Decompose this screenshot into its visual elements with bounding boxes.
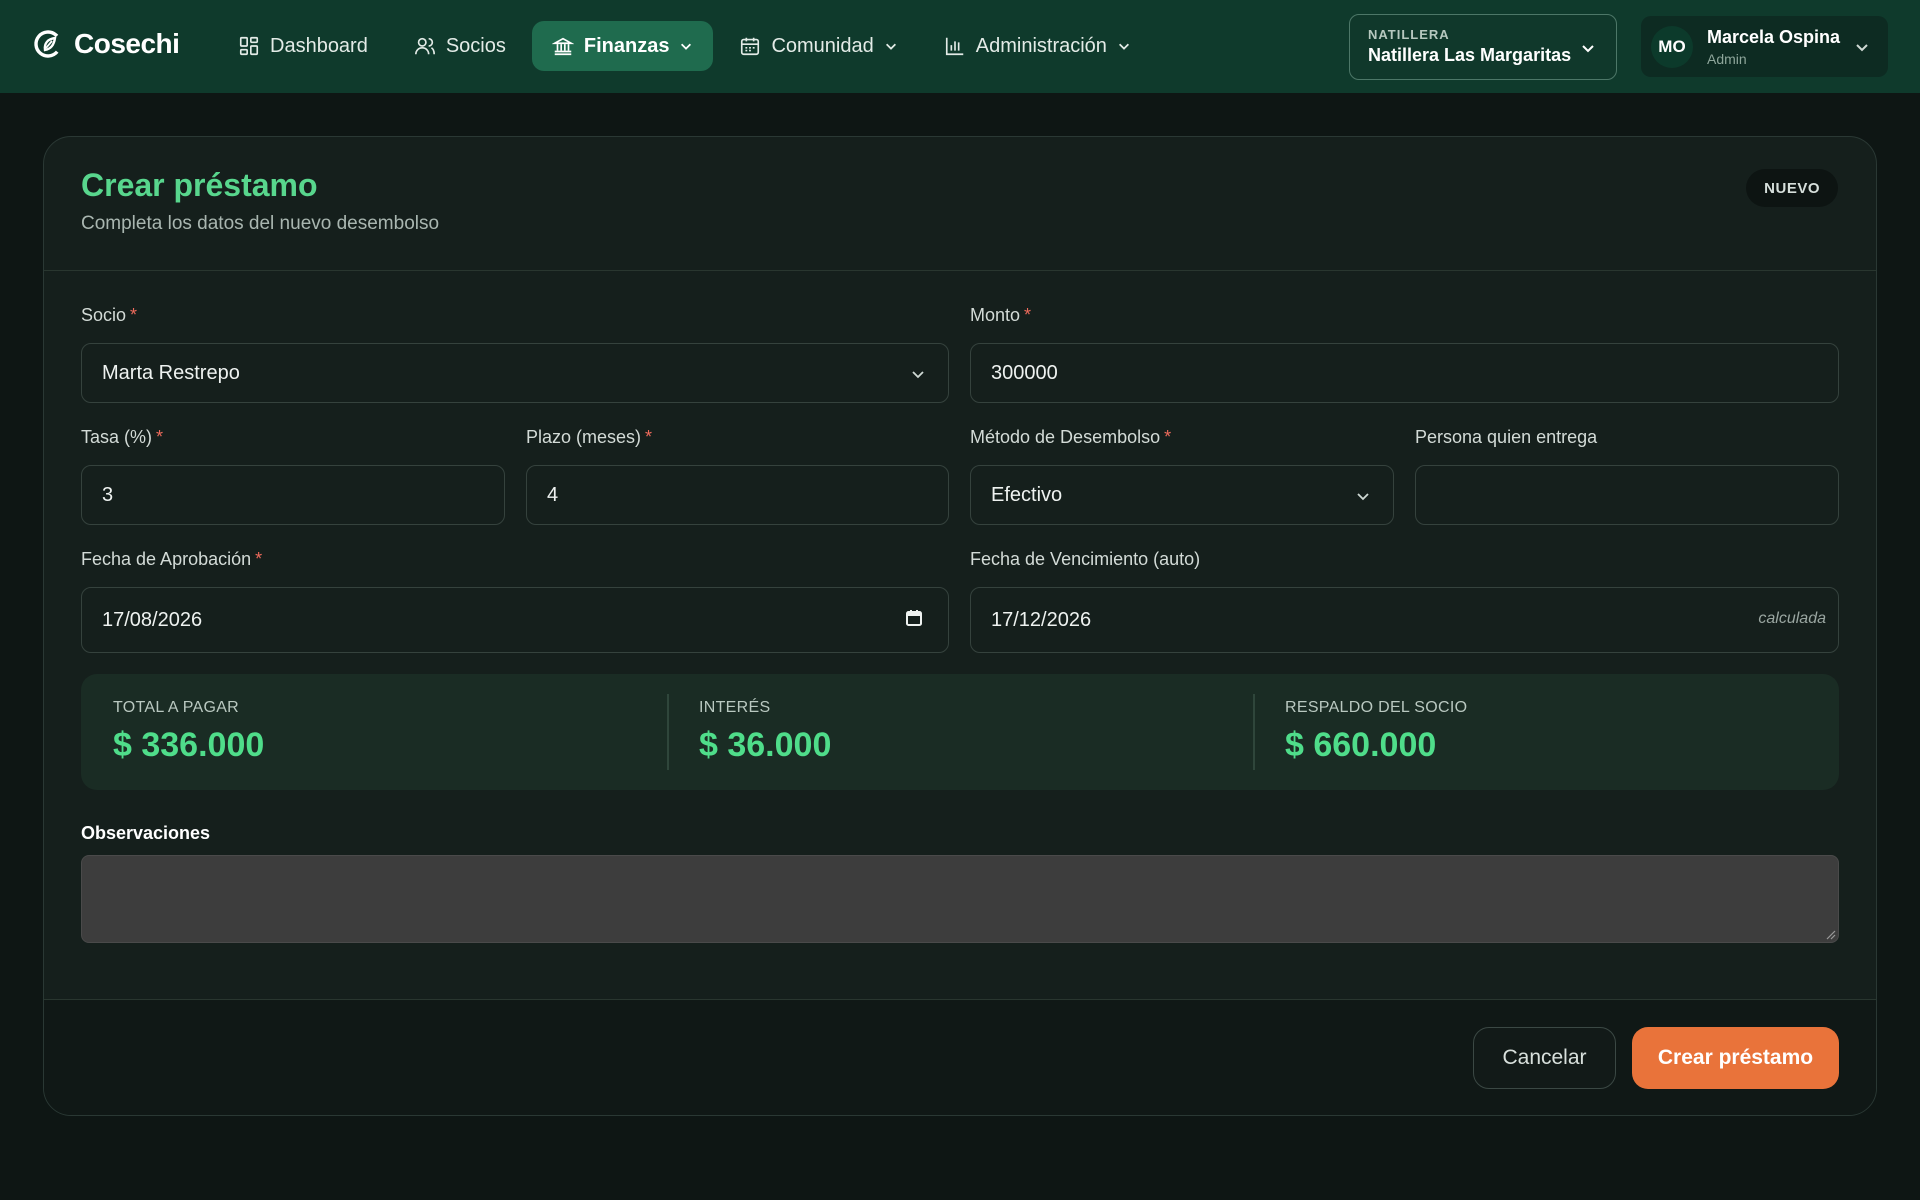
persona-label: Persona quien entrega	[1415, 427, 1598, 447]
fecha-vencimiento-value: 17/12/2026	[991, 608, 1092, 631]
fecha-aprobacion-value: 17/08/2026	[102, 608, 203, 631]
nav-item-administracion[interactable]: Administración	[924, 21, 1151, 71]
chevron-down-icon	[1582, 45, 1594, 53]
chevron-down-icon	[912, 371, 924, 379]
nav-item-label: Finanzas	[583, 34, 670, 57]
user-name: Marcela Ospina	[1707, 26, 1841, 47]
chevron-down-icon	[1118, 43, 1129, 50]
calendar-icon[interactable]	[904, 608, 924, 628]
chevron-down-icon	[1357, 493, 1369, 501]
plazo-input[interactable]: 4	[526, 465, 949, 525]
summary-total-caption: TOTAL A PAGAR	[113, 699, 240, 716]
chevron-down-icon	[885, 43, 896, 50]
monto-label: Monto *	[970, 305, 1032, 325]
chevron-down-icon	[1856, 44, 1868, 52]
top-navbar: Cosechi Dashboard Socios Finanzas Comuni…	[0, 0, 1920, 93]
tasa-label: Tasa (%) *	[81, 427, 164, 447]
card-header: Crear préstamo Completa los datos del nu…	[44, 137, 1876, 271]
summary-respaldo-value: $ 660.000	[1285, 726, 1437, 764]
org-name: Natillera Las Margaritas	[1368, 45, 1572, 65]
bar-chart-icon	[945, 37, 963, 56]
monto-value: 300000	[991, 361, 1058, 384]
nav-item-label: Dashboard	[270, 34, 368, 57]
observaciones-label: Observaciones	[81, 823, 211, 843]
socio-label: Socio *	[81, 305, 138, 325]
observaciones-textarea[interactable]	[81, 855, 1839, 943]
plazo-value: 4	[547, 483, 559, 506]
summary-total-value: $ 336.000	[113, 726, 265, 764]
brand-name: Cosechi	[74, 28, 180, 59]
page-title: Crear préstamo	[81, 167, 318, 203]
tasa-input[interactable]: 3	[81, 465, 505, 525]
nav-item-label: Socios	[445, 34, 506, 57]
summary-interes-value: $ 36.000	[699, 726, 832, 764]
nav-item-label: Comunidad	[771, 34, 874, 57]
nav-item-comunidad[interactable]: Comunidad	[719, 21, 917, 71]
tasa-value: 3	[102, 483, 114, 506]
brand[interactable]: Cosechi	[32, 28, 180, 60]
loan-summary: TOTAL A PAGAR $ 336.000 INTERÉS $ 36.000…	[81, 674, 1839, 790]
users-icon	[414, 37, 435, 55]
nav-item-finanzas[interactable]: Finanzas	[531, 21, 714, 71]
user-role: Admin	[1707, 50, 1747, 67]
persona-input[interactable]	[1415, 465, 1839, 525]
fecha-aprobacion-label: Fecha de Aprobación *	[81, 549, 263, 569]
metodo-value: Efectivo	[991, 483, 1063, 506]
calendar-icon	[741, 37, 760, 56]
summary-interes: INTERÉS $ 36.000	[667, 674, 1253, 790]
status-badge: NUEVO	[1746, 169, 1838, 207]
metodo-label: Método de Desembolso *	[970, 427, 1172, 447]
fecha-vencimiento-field: 17/12/2026 calculada	[970, 587, 1839, 653]
monto-input[interactable]: 300000	[970, 343, 1839, 403]
create-loan-card: Crear préstamo Completa los datos del nu…	[43, 136, 1877, 1116]
bank-icon	[551, 37, 574, 56]
plazo-label: Plazo (meses) *	[526, 427, 653, 447]
leaf-c-logo-icon	[34, 30, 62, 58]
calculated-hint: calculada	[1758, 610, 1826, 627]
user-menu[interactable]: MO Marcela Ospina Admin	[1641, 16, 1888, 77]
fecha-vencimiento-label: Fecha de Vencimiento (auto)	[970, 549, 1201, 569]
avatar: MO	[1651, 25, 1693, 68]
nav-item-label: Administración	[975, 34, 1107, 57]
fecha-aprobacion-input[interactable]: 17/08/2026	[81, 587, 949, 653]
chevron-down-icon	[681, 43, 692, 50]
page-subtitle: Completa los datos del nuevo desembolso	[81, 213, 440, 234]
summary-respaldo: RESPALDO DEL SOCIO $ 660.000	[1253, 674, 1839, 790]
socio-select[interactable]: Marta Restrepo	[81, 343, 949, 403]
card-footer: Cancelar Crear préstamo	[44, 999, 1876, 1115]
metodo-select[interactable]: Efectivo	[970, 465, 1394, 525]
summary-respaldo-caption: RESPALDO DEL SOCIO	[1285, 699, 1468, 716]
nav-item-dashboard[interactable]: Dashboard	[218, 21, 388, 71]
socio-value: Marta Restrepo	[102, 361, 240, 384]
nav-item-socios[interactable]: Socios	[394, 21, 526, 71]
cancel-button[interactable]: Cancelar	[1473, 1027, 1616, 1089]
resize-grip-icon[interactable]	[1824, 928, 1836, 940]
summary-interes-caption: INTERÉS	[699, 699, 771, 716]
create-loan-button[interactable]: Crear préstamo	[1632, 1027, 1839, 1089]
main-nav: Dashboard Socios Finanzas Comunidad Admi…	[218, 21, 1151, 71]
grid-icon	[239, 36, 259, 56]
org-caption: NATILLERA	[1368, 27, 1450, 42]
summary-total: TOTAL A PAGAR $ 336.000	[81, 674, 667, 790]
org-selector[interactable]: NATILLERA Natillera Las Margaritas	[1349, 14, 1617, 80]
